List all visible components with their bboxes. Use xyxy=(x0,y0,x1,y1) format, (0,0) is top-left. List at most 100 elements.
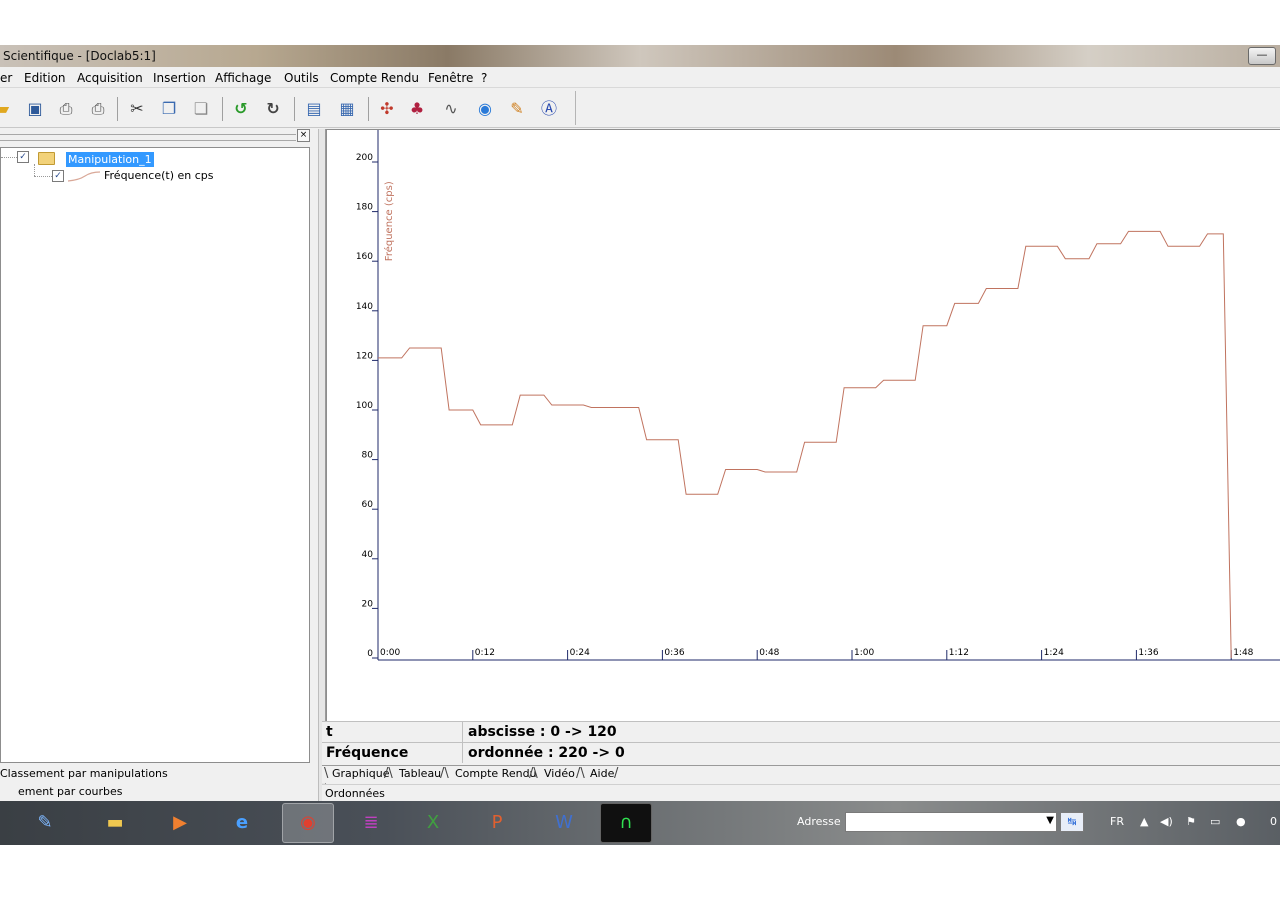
taskbar: ✎ ▬ ▶ e ◉ ≣ X P W ∩ Adresse ▼ ↹ FR ▲ ◀) … xyxy=(0,801,1280,845)
sort-by-manipulations-option[interactable]: Classement par manipulations xyxy=(0,767,168,780)
print-preview-icon[interactable]: ⎙ xyxy=(87,98,109,120)
y-tick-label: 120 xyxy=(356,351,373,361)
menu-insertion[interactable]: Insertion xyxy=(153,71,206,85)
address-input[interactable]: ▼ xyxy=(845,812,1057,832)
curve-line-icon xyxy=(67,171,101,182)
status-text: Ordonnées xyxy=(325,787,385,800)
x-tick-label: 1:00 xyxy=(854,648,874,658)
taskbar-archive-icon[interactable]: ≣ xyxy=(356,808,386,838)
curve-icon[interactable]: ∿ xyxy=(440,98,462,120)
x-tick-label: 1:48 xyxy=(1233,648,1253,658)
copy-icon[interactable]: ❐ xyxy=(158,98,180,120)
taskbar-excel-icon[interactable]: X xyxy=(418,808,448,838)
y-tick-label: 200 xyxy=(356,153,373,163)
window-title: Scientifique - [Doclab5:1] xyxy=(3,49,156,63)
menu-bar: er Edition Acquisition Insertion Afficha… xyxy=(0,69,1280,88)
curve-checkbox[interactable]: ✓ xyxy=(52,170,64,182)
y-range[interactable]: ordonnée : 220 -> 0 xyxy=(468,745,625,761)
taskbar-scientifique-icon[interactable]: ∩ xyxy=(600,803,652,843)
taskbar-chrome-icon[interactable]: ◉ xyxy=(282,803,334,843)
y-axis-label: Fréquence (cps) xyxy=(383,181,395,261)
close-icon[interactable]: × xyxy=(297,129,310,142)
folder-icon xyxy=(38,152,55,165)
menu-fenetre[interactable]: Fenêtre xyxy=(428,71,473,85)
clock: 0 xyxy=(1270,815,1277,828)
taskbar-internet-explorer-icon[interactable]: e xyxy=(227,808,257,838)
action-center-flag-icon[interactable]: ⚑ xyxy=(1186,815,1196,828)
graph-area[interactable]: 020406080100120140160180200220 0:000:120… xyxy=(326,129,1280,762)
taskbar-explorer-icon[interactable]: ▬ xyxy=(100,808,130,838)
table-icon[interactable]: ▦ xyxy=(336,98,358,120)
tree-node-manipulation[interactable]: Manipulation_1 xyxy=(66,152,154,167)
tab-tableau[interactable]: Tableau xyxy=(399,767,441,780)
y-tick-label: 180 xyxy=(356,203,373,213)
text-icon[interactable]: Ⓐ xyxy=(538,98,560,120)
save-icon[interactable]: ▣ xyxy=(24,98,46,120)
frequency-series-line xyxy=(378,230,1232,659)
y-tick-label: 0 xyxy=(367,649,373,659)
ordinate-row: Fréquence ordonnée : 220 -> 0 xyxy=(322,742,1280,763)
show-hidden-icon[interactable]: ▲ xyxy=(1140,815,1148,828)
tab-compte-rendu[interactable]: Compte Rendu xyxy=(455,767,537,780)
dropdown-icon[interactable]: ▼ xyxy=(1046,815,1054,826)
x-tick-label: 1:12 xyxy=(949,648,969,658)
taskbar-app-tool-icon[interactable]: ✎ xyxy=(30,808,60,838)
manipulation-checkbox[interactable]: ✓ xyxy=(17,151,29,163)
redo-icon[interactable]: ↻ xyxy=(262,98,284,120)
network-icon[interactable]: ▭ xyxy=(1210,815,1220,828)
print-icon[interactable]: ⎙ xyxy=(55,98,77,120)
tab-aide[interactable]: Aide xyxy=(590,767,614,780)
menu-affichage[interactable]: Affichage xyxy=(215,71,271,85)
x-tick-label: 0:12 xyxy=(475,648,495,658)
x-variable-name: t xyxy=(326,724,333,740)
menu-acquisition[interactable]: Acquisition xyxy=(77,71,143,85)
menu-outils[interactable]: Outils xyxy=(284,71,319,85)
minimize-button[interactable]: — xyxy=(1248,47,1276,65)
paste-icon[interactable]: ❏ xyxy=(190,98,212,120)
menu-edition[interactable]: Edition xyxy=(24,71,66,85)
y-tick-label: 20 xyxy=(362,599,374,609)
taskbar-word-icon[interactable]: W xyxy=(549,808,579,838)
tab-video[interactable]: Vidéo xyxy=(544,767,575,780)
language-indicator[interactable]: FR xyxy=(1110,815,1124,828)
modelling-icon[interactable]: ♣ xyxy=(406,98,428,120)
manipulation-tree[interactable]: ✓ Manipulation_1 ✓ Fréquence(t) en cps xyxy=(0,147,310,763)
x-tick-label: 0:36 xyxy=(664,648,684,658)
sort-by-curves-option[interactable]: ement par courbes xyxy=(18,785,123,798)
frequency-chart[interactable]: 020406080100120140160180200220 0:000:120… xyxy=(327,130,1280,722)
undo-icon[interactable]: ↺ xyxy=(230,98,252,120)
tree-node-curve[interactable]: Fréquence(t) en cps xyxy=(104,169,213,182)
tab-graphique[interactable]: Graphique xyxy=(332,767,390,780)
calculation-icon[interactable]: ✣ xyxy=(376,98,398,120)
pane-grip[interactable] xyxy=(0,134,296,141)
taskbar-powerpoint-icon[interactable]: P xyxy=(482,808,512,838)
open-folder-icon[interactable]: ▰ xyxy=(0,98,14,120)
x-range[interactable]: abscisse : 0 -> 120 xyxy=(468,724,617,740)
pane-header: × xyxy=(0,129,312,143)
x-tick-label: 1:36 xyxy=(1138,648,1158,658)
y-variable-name: Fréquence xyxy=(326,745,409,761)
menu-help[interactable]: ? xyxy=(481,71,487,85)
tray-app-icon[interactable]: ● xyxy=(1236,815,1246,828)
y-tick-label: 160 xyxy=(356,252,373,262)
x-tick-label: 0:48 xyxy=(759,648,779,658)
pen-icon[interactable]: ✎ xyxy=(506,98,528,120)
toolbar: ▰ ▣ ⎙ ⎙ ✂ ❐ ❏ ↺ ↻ ▤ ▦ ✣ ♣ ∿ ◉ ✎ Ⓐ xyxy=(0,89,1280,128)
x-tick-label: 1:24 xyxy=(1044,648,1064,658)
pane-splitter[interactable] xyxy=(318,129,326,805)
abscissa-row: t abscisse : 0 -> 120 xyxy=(322,721,1280,742)
taskbar-media-player-icon[interactable]: ▶ xyxy=(165,808,195,838)
menu-compte-rendu[interactable]: Compte Rendu xyxy=(330,71,419,85)
y-tick-label: 60 xyxy=(362,500,374,510)
y-tick-label: 140 xyxy=(356,302,373,312)
y-tick-label: 40 xyxy=(362,550,374,560)
menu-fichier[interactable]: er xyxy=(0,71,12,85)
acquisition-icon[interactable]: ▤ xyxy=(303,98,325,120)
x-tick-label: 0:00 xyxy=(380,648,400,658)
video-icon[interactable]: ◉ xyxy=(474,98,496,120)
volume-icon[interactable]: ◀) xyxy=(1160,815,1173,828)
window-titlebar[interactable]: Scientifique - [Doclab5:1] — xyxy=(0,45,1280,67)
cut-icon[interactable]: ✂ xyxy=(126,98,148,120)
go-icon[interactable]: ↹ xyxy=(1060,812,1084,832)
application-screen: Scientifique - [Doclab5:1] — er Edition … xyxy=(0,45,1280,845)
